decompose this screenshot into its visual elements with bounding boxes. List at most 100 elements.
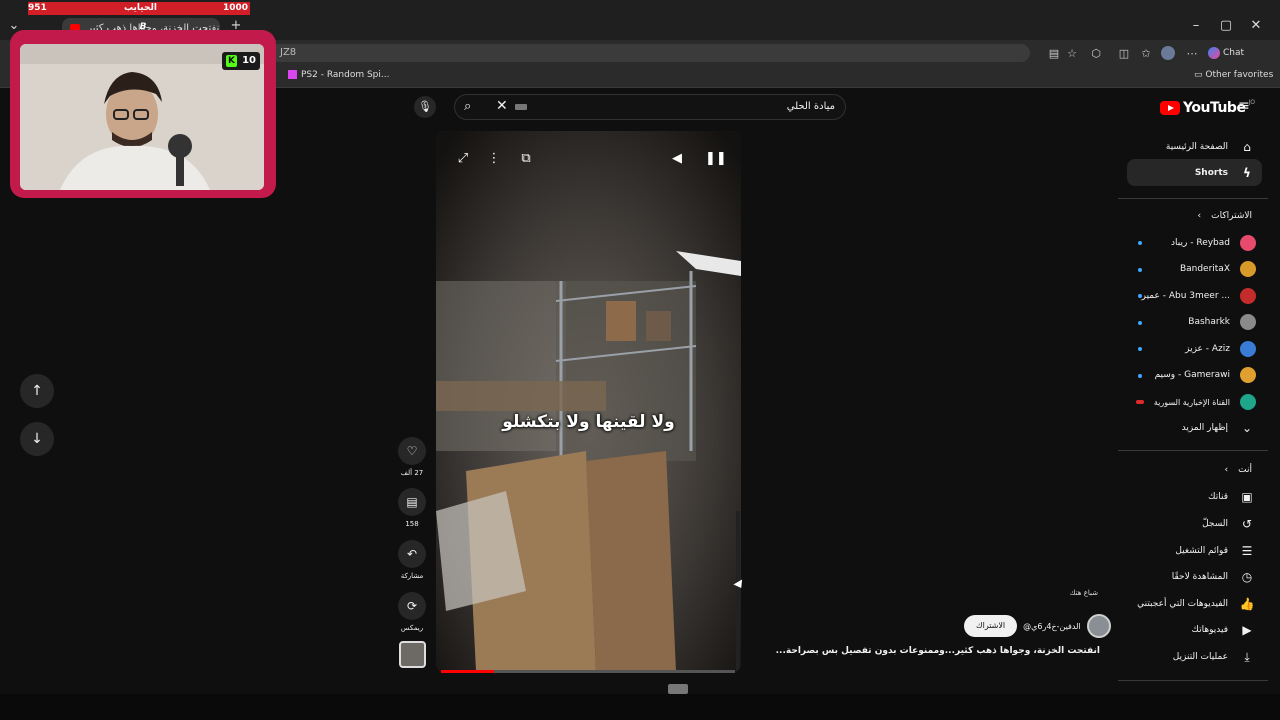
previous-short-button[interactable]: ↑ xyxy=(20,374,54,408)
channel-avatar xyxy=(1240,314,1256,330)
more-options-icon[interactable]: ⋮ xyxy=(485,150,503,168)
subscriptions-header[interactable]: ‹ الاشتراكات xyxy=(1198,203,1252,229)
reader-icon[interactable]: ▤ xyxy=(1046,46,1062,62)
sidebar-item-home[interactable]: الصفحة الرئيسية ⌂ xyxy=(1166,134,1256,160)
favorites-icon[interactable]: ✩ xyxy=(1138,46,1154,62)
sidebar-item-label: قوائم التشغيل xyxy=(1175,546,1228,556)
subscription-item[interactable]: عزيز - Aziz xyxy=(1185,336,1256,362)
profile-avatar[interactable] xyxy=(1160,46,1176,62)
video-progress-bar[interactable] xyxy=(441,670,735,673)
heart-icon: ♡ xyxy=(398,437,426,465)
other-favorites-label: Other favorites xyxy=(1205,70,1274,80)
sidebar-section-title: الاشتراكات xyxy=(1211,211,1252,221)
you-header[interactable]: ‹ أنت xyxy=(1225,457,1252,483)
remix-button[interactable]: ⟳ ريمكس xyxy=(397,592,427,632)
close-window-icon[interactable]: ✕ xyxy=(1244,14,1268,38)
sidebar-item-label: عمليات التنزيل xyxy=(1172,652,1228,662)
search-icon[interactable]: ⌕ xyxy=(464,99,480,115)
next-short-button[interactable]: ↓ xyxy=(20,422,54,456)
favorite-star-icon[interactable]: ☆ xyxy=(1064,46,1080,62)
subscribe-button[interactable]: الاشتراك xyxy=(964,615,1018,637)
more-menu-icon[interactable]: ⋯ xyxy=(1184,46,1200,62)
sidebar-item-shorts[interactable]: Shorts ϟ xyxy=(1195,160,1256,186)
share-icon: ↶ xyxy=(398,540,426,568)
mic-button[interactable]: 🎙 xyxy=(414,96,436,118)
youtube-play-icon xyxy=(1160,101,1180,115)
sidebar-item-label: Shorts xyxy=(1194,168,1228,178)
subscription-label: وسيم - Gamerawi xyxy=(1154,370,1230,380)
subscription-item[interactable]: ريباد - Reybad xyxy=(1171,230,1256,256)
chevron-left-icon: ‹ xyxy=(1224,465,1229,475)
sound-label[interactable]: شباع هتك xyxy=(1070,589,1098,597)
subscription-label: عزيز - Aziz xyxy=(1185,344,1230,354)
channel-avatar[interactable] xyxy=(1086,614,1111,638)
sidebar-item-liked[interactable]: الفيديوهات التي أعجبتني 👍 xyxy=(1137,591,1256,617)
subscription-item[interactable]: Basharkk xyxy=(1188,309,1256,335)
subscription-item[interactable]: عمير - Abu 3meer ... xyxy=(1142,283,1256,309)
home-icon: ⌂ xyxy=(1243,140,1251,154)
sidebar-item-label: المشاهدة لاحقًا xyxy=(1171,572,1228,582)
sidebar-item-label: الصفحة الرئيسية xyxy=(1165,142,1228,152)
split-icon[interactable]: ◫ xyxy=(1116,46,1132,62)
clear-search-icon[interactable]: ✕ xyxy=(496,98,510,116)
shorts-video-player[interactable] xyxy=(436,131,741,673)
minimize-icon[interactable]: – xyxy=(1184,14,1208,38)
share-button[interactable]: ↶ مشاركة xyxy=(397,540,427,580)
chevron-down-icon: ⌄ xyxy=(1241,421,1253,435)
live-indicator xyxy=(1136,400,1144,404)
sidebar-item-downloads[interactable]: عمليات التنزيل ⤓ xyxy=(1173,644,1256,670)
bookmark-label: PS2 - Random Spi... xyxy=(301,70,390,80)
webcam-letter: B xyxy=(139,22,147,32)
other-favorites[interactable]: ▭ Other favorites xyxy=(1194,70,1273,80)
sidebar-divider xyxy=(1118,450,1268,451)
arrow-down-icon: ↓ xyxy=(31,431,43,447)
sidebar-item-history[interactable]: السجلّ ↺ xyxy=(1202,511,1256,537)
like-button[interactable]: ♡ 27 ألف xyxy=(397,437,427,477)
extension-icon[interactable]: ⬡ xyxy=(1088,46,1104,62)
captions-icon[interactable]: ⧉ xyxy=(517,150,535,168)
volume-icon[interactable]: ◀ xyxy=(668,150,686,168)
chevron-left-icon: ‹ xyxy=(1197,211,1202,221)
new-content-dot xyxy=(1138,294,1142,298)
new-content-dot xyxy=(1138,347,1142,351)
sidebar-item-label: السجلّ xyxy=(1202,519,1228,529)
subscription-item[interactable]: القناة الإخبارية السورية xyxy=(1154,389,1256,415)
comment-icon: ▤ xyxy=(398,488,426,516)
subscription-label: عمير - Abu 3meer ... xyxy=(1141,291,1230,301)
hp-left-value: 951 xyxy=(28,3,47,13)
subscription-item[interactable]: BanderitaX xyxy=(1180,256,1256,282)
hamburger-menu-icon[interactable]: ≡ xyxy=(1238,98,1254,114)
fullscreen-icon[interactable]: ⤢ xyxy=(454,150,472,168)
sidebar-item-your-videos[interactable]: فيديوهاتك ▶ xyxy=(1192,617,1256,643)
maximize-icon[interactable]: ▢ xyxy=(1214,14,1238,38)
copilot-chat-button[interactable]: Chat xyxy=(1208,45,1244,61)
bookmark-favicon xyxy=(288,70,297,79)
bookmark-item[interactable]: PS2 - Random Spi... xyxy=(288,70,389,80)
sound-thumbnail[interactable] xyxy=(399,641,426,668)
comments-button[interactable]: ▤ 158 xyxy=(397,488,427,528)
channel-name[interactable]: @الدفين-خ4ر6ي xyxy=(1023,622,1081,631)
pause-icon[interactable]: ❚❚ xyxy=(705,150,727,168)
video-title[interactable]: انفتحت الخزنة، وجواها ذهب كثير...وممنوعا… xyxy=(776,646,1100,656)
subscription-item[interactable]: وسيم - Gamerawi xyxy=(1155,362,1256,388)
subscription-label: ريباد - Reybad xyxy=(1171,238,1230,248)
like-count: 27 ألف xyxy=(400,469,424,477)
remix-icon: ⟳ xyxy=(398,592,426,620)
folder-icon: ▭ xyxy=(1194,70,1206,80)
video-subtitle: ولا لقينها ولا بتكشلو xyxy=(502,412,675,432)
new-content-dot xyxy=(1138,374,1142,378)
search-input[interactable]: ميادة الحلي xyxy=(787,95,835,119)
sidebar-divider xyxy=(1118,680,1268,681)
url-field[interactable]: JZ8 xyxy=(270,44,1030,62)
new-content-dot xyxy=(1138,241,1142,245)
search-box[interactable]: ميادة الحلي xyxy=(454,94,846,120)
hp-title: الحيايب xyxy=(124,3,157,13)
copilot-icon xyxy=(1208,46,1220,59)
sidebar-item-watch-later[interactable]: المشاهدة لاحقًا ◷ xyxy=(1172,564,1256,590)
video-frame xyxy=(436,131,741,673)
show-more-button[interactable]: إظهار المزيد ⌄ xyxy=(1182,415,1256,441)
sidebar-item-your-channel[interactable]: قناتك ▣ xyxy=(1208,484,1256,510)
sidebar-item-label: فيديوهاتك xyxy=(1191,625,1228,635)
video-progress-fill xyxy=(441,670,494,673)
sidebar-item-playlists[interactable]: قوائم التشغيل ☰ xyxy=(1175,538,1256,564)
